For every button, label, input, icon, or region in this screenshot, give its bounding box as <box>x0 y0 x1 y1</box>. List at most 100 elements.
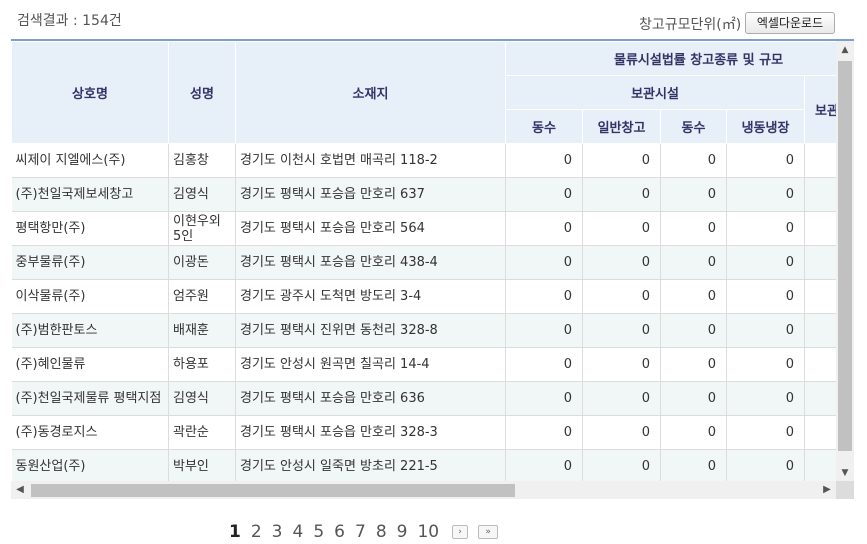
name-cell: 김영식 <box>168 381 236 416</box>
value-cell: 0 <box>660 347 727 382</box>
col-group-warehouse: 물류시설법률 창고종류 및 규모 <box>504 41 836 76</box>
value-cell <box>804 381 836 416</box>
value-cell <box>804 347 836 382</box>
col-header-name[interactable]: 성명 <box>168 41 236 144</box>
value-cell: 0 <box>582 313 661 348</box>
table-row[interactable]: 동원산업(주) 박부인 경기도 안성시 일죽면 방초리 221-5 0 0 0 0 <box>11 449 836 483</box>
value-cell: 0 <box>505 415 583 450</box>
address-cell: 경기도 평택시 포승읍 만호리 564 <box>235 211 506 246</box>
value-cell: 0 <box>726 449 805 483</box>
page-link[interactable]: 1 <box>229 522 241 542</box>
value-cell: 0 <box>505 449 583 483</box>
address-cell: 경기도 안성시 일죽면 방초리 221-5 <box>235 449 506 483</box>
vertical-scroll-thumb[interactable] <box>838 61 852 451</box>
value-cell <box>804 143 836 178</box>
value-cell: 0 <box>726 177 805 212</box>
table-row[interactable]: (주)동경로지스 곽란순 경기도 평택시 포승읍 만호리 328-3 0 0 0 0 <box>11 415 836 450</box>
results-table: 상호명 성명 소재지 물류시설법률 창고종류 및 규모 보관시설 보관 동수 일… <box>11 41 836 483</box>
value-cell: 0 <box>505 211 583 246</box>
value-cell: 0 <box>582 415 661 450</box>
value-cell: 0 <box>660 381 727 416</box>
address-cell: 경기도 평택시 포승읍 만호리 438-4 <box>235 245 506 280</box>
col-header-address[interactable]: 소재지 <box>235 41 506 144</box>
table-row[interactable]: (주)혜인물류 하용포 경기도 안성시 원곡면 칠곡리 14-4 0 0 0 0 <box>11 347 836 382</box>
arrow-right-icon[interactable]: ▶ <box>818 481 836 499</box>
arrow-up-icon[interactable]: ▲ <box>836 41 854 59</box>
col-header-general[interactable]: 일반창고 <box>582 109 661 144</box>
excel-download-button[interactable]: 엑셀다운로드 <box>745 12 835 34</box>
col-group-storage-2: 보관 <box>803 75 836 144</box>
col-header-company[interactable]: 상호명 <box>11 41 169 144</box>
results-grid: 상호명 성명 소재지 물류시설법률 창고종류 및 규모 보관시설 보관 동수 일… <box>11 39 854 500</box>
horizontal-scrollbar[interactable]: ◀ ▶ <box>11 481 836 499</box>
value-cell <box>804 449 836 483</box>
value-cell: 0 <box>505 347 583 382</box>
page-link[interactable]: 10 <box>417 522 439 542</box>
col-header-count-2[interactable]: 동수 <box>660 109 727 144</box>
company-cell: 씨제이 지엘에스(주) <box>11 143 169 178</box>
value-cell: 0 <box>726 381 805 416</box>
page-link[interactable]: 5 <box>313 522 324 542</box>
arrow-down-icon[interactable]: ▼ <box>836 464 854 482</box>
value-cell: 0 <box>726 211 805 246</box>
double-chevron-right-icon[interactable]: » <box>478 525 499 539</box>
chevron-right-icon[interactable]: › <box>452 525 469 539</box>
arrow-left-icon[interactable]: ◀ <box>11 481 29 499</box>
value-cell <box>804 279 836 314</box>
page-link[interactable]: 3 <box>272 522 283 542</box>
name-cell: 엄주원 <box>168 279 236 314</box>
value-cell: 0 <box>660 177 727 212</box>
address-cell: 경기도 광주시 도척면 방도리 3-4 <box>235 279 506 314</box>
name-cell: 하용포 <box>168 347 236 382</box>
table-body: 씨제이 지엘에스(주) 김홍창 경기도 이천시 호법면 매곡리 118-2 0 0 0 0 (… <box>11 143 836 483</box>
address-cell: 경기도 평택시 포승읍 만호리 328-3 <box>235 415 506 450</box>
page-link[interactable]: 6 <box>334 522 345 542</box>
company-cell: 동원산업(주) <box>11 449 169 483</box>
result-count: 검색결과 : 154건 <box>17 13 122 29</box>
page-link[interactable]: 2 <box>251 522 262 542</box>
page-link[interactable]: 7 <box>355 522 366 542</box>
table-row[interactable]: 이삭물류(주) 엄주원 경기도 광주시 도척면 방도리 3-4 0 0 0 0 <box>11 279 836 314</box>
table-row[interactable]: 중부물류(주) 이광돈 경기도 평택시 포승읍 만호리 438-4 0 0 0 0 <box>11 245 836 280</box>
value-cell: 0 <box>726 415 805 450</box>
name-cell: 배재훈 <box>168 313 236 348</box>
value-cell: 0 <box>660 245 727 280</box>
table-row[interactable]: 평택항만(주) 이현우외 5인 경기도 평택시 포승읍 만호리 564 0 0 0 0 <box>11 211 836 246</box>
value-cell: 0 <box>660 211 727 246</box>
value-cell: 0 <box>505 381 583 416</box>
value-cell: 0 <box>726 245 805 280</box>
value-cell: 0 <box>726 279 805 314</box>
page-link[interactable]: 8 <box>376 522 387 542</box>
horizontal-scroll-thumb[interactable] <box>31 484 515 497</box>
table-row[interactable]: (주)천일국제보세창고 김영식 경기도 평택시 포승읍 만호리 637 0 0 0 0 <box>11 177 836 212</box>
value-cell: 0 <box>726 313 805 348</box>
value-cell: 0 <box>660 313 727 348</box>
value-cell: 0 <box>726 347 805 382</box>
value-cell: 0 <box>660 279 727 314</box>
value-cell: 0 <box>582 143 661 178</box>
col-header-cold[interactable]: 냉동냉장 <box>726 109 805 144</box>
vertical-scrollbar[interactable]: ▲ ▼ <box>836 41 854 482</box>
company-cell: (주)범한판토스 <box>11 313 169 348</box>
table-row[interactable]: (주)범한판토스 배재훈 경기도 평택시 진위면 동천리 328-8 0 0 0 0 <box>11 313 836 348</box>
value-cell: 0 <box>582 279 661 314</box>
value-cell <box>804 313 836 348</box>
company-cell: (주)혜인물류 <box>11 347 169 382</box>
address-cell: 경기도 평택시 포승읍 만호리 637 <box>235 177 506 212</box>
value-cell: 0 <box>582 347 661 382</box>
value-cell <box>804 177 836 212</box>
address-cell: 경기도 평택시 포승읍 만호리 636 <box>235 381 506 416</box>
col-header-count-1[interactable]: 동수 <box>505 109 583 144</box>
company-cell: 이삭물류(주) <box>11 279 169 314</box>
col-group-storage: 보관시설 <box>505 75 805 110</box>
name-cell: 김영식 <box>168 177 236 212</box>
page-link[interactable]: 9 <box>397 522 408 542</box>
table-row[interactable]: (주)천일국제물류 평택지점 김영식 경기도 평택시 포승읍 만호리 636 0 0 0 0 <box>11 381 836 416</box>
value-cell: 0 <box>505 245 583 280</box>
table-row[interactable]: 씨제이 지엘에스(주) 김홍창 경기도 이천시 호법면 매곡리 118-2 0 0 0 0 <box>11 143 836 178</box>
value-cell: 0 <box>505 313 583 348</box>
value-cell: 0 <box>582 449 661 483</box>
name-cell: 곽란순 <box>168 415 236 450</box>
page-link[interactable]: 4 <box>293 522 304 542</box>
company-cell: 중부물류(주) <box>11 245 169 280</box>
